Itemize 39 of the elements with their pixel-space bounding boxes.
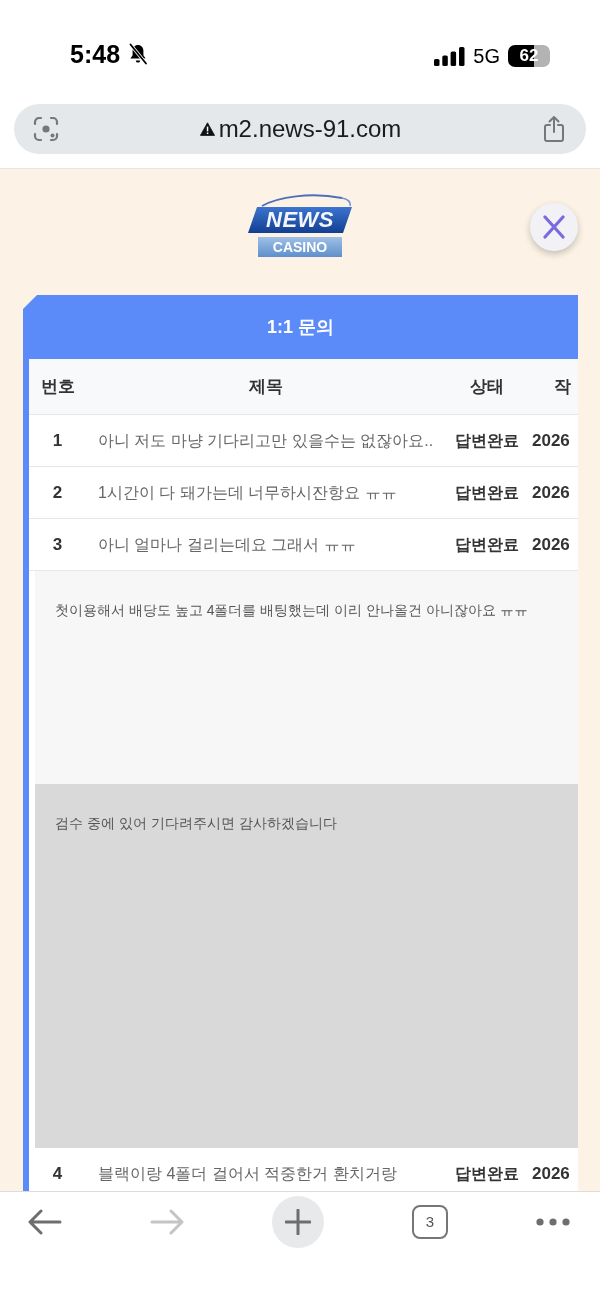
- address-bar[interactable]: m2.news-91.com: [14, 104, 586, 154]
- column-header: 작: [554, 376, 571, 396]
- row-number: 4: [52, 1163, 63, 1183]
- share-icon[interactable]: [542, 115, 566, 143]
- row-number: 3: [52, 534, 63, 554]
- back-arrow-icon[interactable]: [28, 1209, 62, 1235]
- column-header: 상태: [470, 376, 504, 396]
- network-type: 5G: [473, 44, 500, 68]
- column-header: 번호: [40, 376, 75, 396]
- date-text: 2026: [532, 482, 570, 502]
- new-tab-button[interactable]: [272, 1196, 324, 1248]
- answer-text: 검수 중에 있어 기다려주시면 감사하겠습니다: [55, 815, 337, 831]
- question-text: 첫이용해서 배당도 높고 4폴더를 배팅했는데 이리 안나올건 아니잖아요 ㅠㅠ: [55, 602, 528, 618]
- close-button[interactable]: [530, 203, 578, 251]
- row-number: 2: [52, 482, 63, 502]
- clock-time: 5:48: [70, 40, 121, 68]
- date-text: 2026: [532, 430, 570, 450]
- question-title[interactable]: 아니 저도 마냥 기다리고만 있을수는 없잖아요..: [98, 431, 434, 449]
- column-header: 제목: [249, 376, 283, 396]
- signal-icon: [434, 46, 466, 66]
- plus-icon: [285, 1209, 311, 1235]
- close-icon: [542, 215, 566, 239]
- status-text: 답변완료: [455, 1164, 519, 1182]
- scan-icon[interactable]: [33, 116, 59, 142]
- status-text: 답변완료: [455, 431, 519, 449]
- date-text: 2026: [532, 1163, 570, 1183]
- tabs-button[interactable]: 3: [412, 1205, 448, 1239]
- question-title[interactable]: 아니 얼마나 걸리는데요 그래서 ㅠㅠ: [98, 535, 356, 553]
- status-text: 답변완료: [455, 483, 519, 501]
- date-text: 2026: [532, 534, 570, 554]
- question-title[interactable]: 1시간이 다 돼가는데 너무하시잔항요 ㅠㅠ: [98, 483, 397, 501]
- question-title[interactable]: 블랙이랑 4폴더 걸어서 적중한거 환치거랑: [98, 1164, 397, 1182]
- more-icon[interactable]: [536, 1218, 570, 1226]
- logo-title: NEWS: [248, 207, 352, 233]
- status-text: 답변완료: [455, 535, 519, 553]
- url-text[interactable]: m2.news-91.com: [218, 114, 402, 144]
- row-number: 1: [52, 430, 63, 450]
- panel-header: 1:1 문의: [23, 295, 578, 359]
- logo-subtitle: CASINO: [258, 237, 342, 257]
